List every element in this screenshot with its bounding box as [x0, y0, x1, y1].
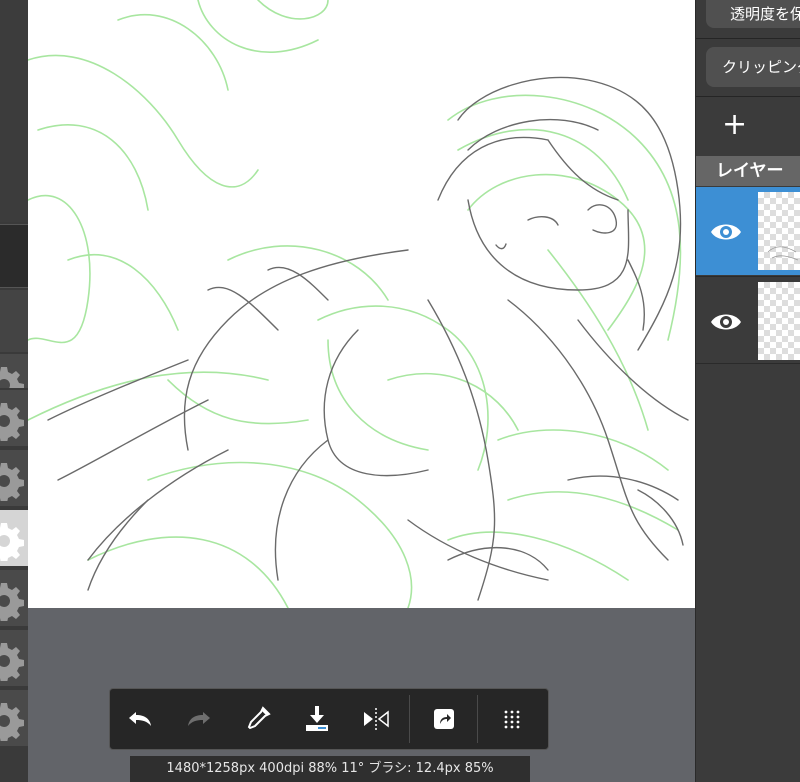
- brush-settings-button[interactable]: [0, 568, 28, 626]
- flip-icon: [363, 708, 389, 730]
- menu-button[interactable]: [482, 689, 541, 749]
- eye-icon[interactable]: [709, 305, 743, 339]
- export-icon: [433, 709, 454, 729]
- flip-canvas-button[interactable]: [346, 689, 405, 749]
- clipping-label: クリッピング: [722, 58, 800, 76]
- canvas-status-bar: 1480*1258px 400dpi 88% 11° ブラシ: 12.4px 8…: [130, 756, 530, 782]
- gear-icon: [0, 523, 24, 561]
- brush-settings-strip: [0, 0, 28, 782]
- layer-thumbnail: [758, 192, 800, 270]
- redo-icon: [187, 712, 210, 726]
- eyedropper-icon: [247, 706, 271, 730]
- sketch-artwork: [28, 0, 689, 608]
- undo-icon: [128, 712, 151, 726]
- menu-grid-icon: [504, 710, 519, 729]
- brush-settings-button[interactable]: [0, 688, 28, 746]
- gear-icon: [0, 463, 24, 501]
- save-button[interactable]: [287, 689, 346, 749]
- layer-row-selected[interactable]: [696, 187, 800, 275]
- gear-icon: [0, 403, 24, 441]
- brush-preview-area[interactable]: [0, 0, 28, 222]
- layers-panel: 透明度を保護 クリッピング + レイヤー: [695, 0, 800, 782]
- clipping-button[interactable]: クリッピング: [706, 47, 800, 87]
- gear-icon: [0, 643, 24, 681]
- brush-opacity-slot[interactable]: [0, 290, 28, 352]
- add-layer-button[interactable]: +: [722, 110, 750, 142]
- undo-button[interactable]: [110, 689, 169, 749]
- layers-header: レイヤー: [696, 156, 800, 186]
- export-button[interactable]: [414, 689, 473, 749]
- brush-settings-button-active[interactable]: [0, 508, 28, 566]
- eye-icon[interactable]: [709, 215, 743, 249]
- gear-icon: [0, 583, 24, 621]
- eyedropper-button[interactable]: [228, 689, 287, 749]
- gear-icon: [0, 703, 24, 741]
- brush-settings-button[interactable]: [0, 388, 28, 446]
- save-icon: [305, 706, 328, 731]
- brush-settings-button[interactable]: [0, 628, 28, 686]
- toolbar-divider: [477, 695, 478, 743]
- divider: [696, 96, 800, 97]
- layer-row[interactable]: [696, 276, 800, 364]
- brush-size-slot[interactable]: [0, 224, 28, 288]
- brush-settings-button[interactable]: [0, 448, 28, 506]
- divider: [696, 38, 800, 39]
- redo-button[interactable]: [169, 689, 228, 749]
- drawing-canvas[interactable]: [28, 0, 695, 608]
- bottom-toolbar: [109, 688, 549, 750]
- layer-thumbnail: [758, 282, 800, 360]
- protect-alpha-button[interactable]: 透明度を保護: [706, 0, 800, 28]
- toolbar-divider: [409, 695, 410, 743]
